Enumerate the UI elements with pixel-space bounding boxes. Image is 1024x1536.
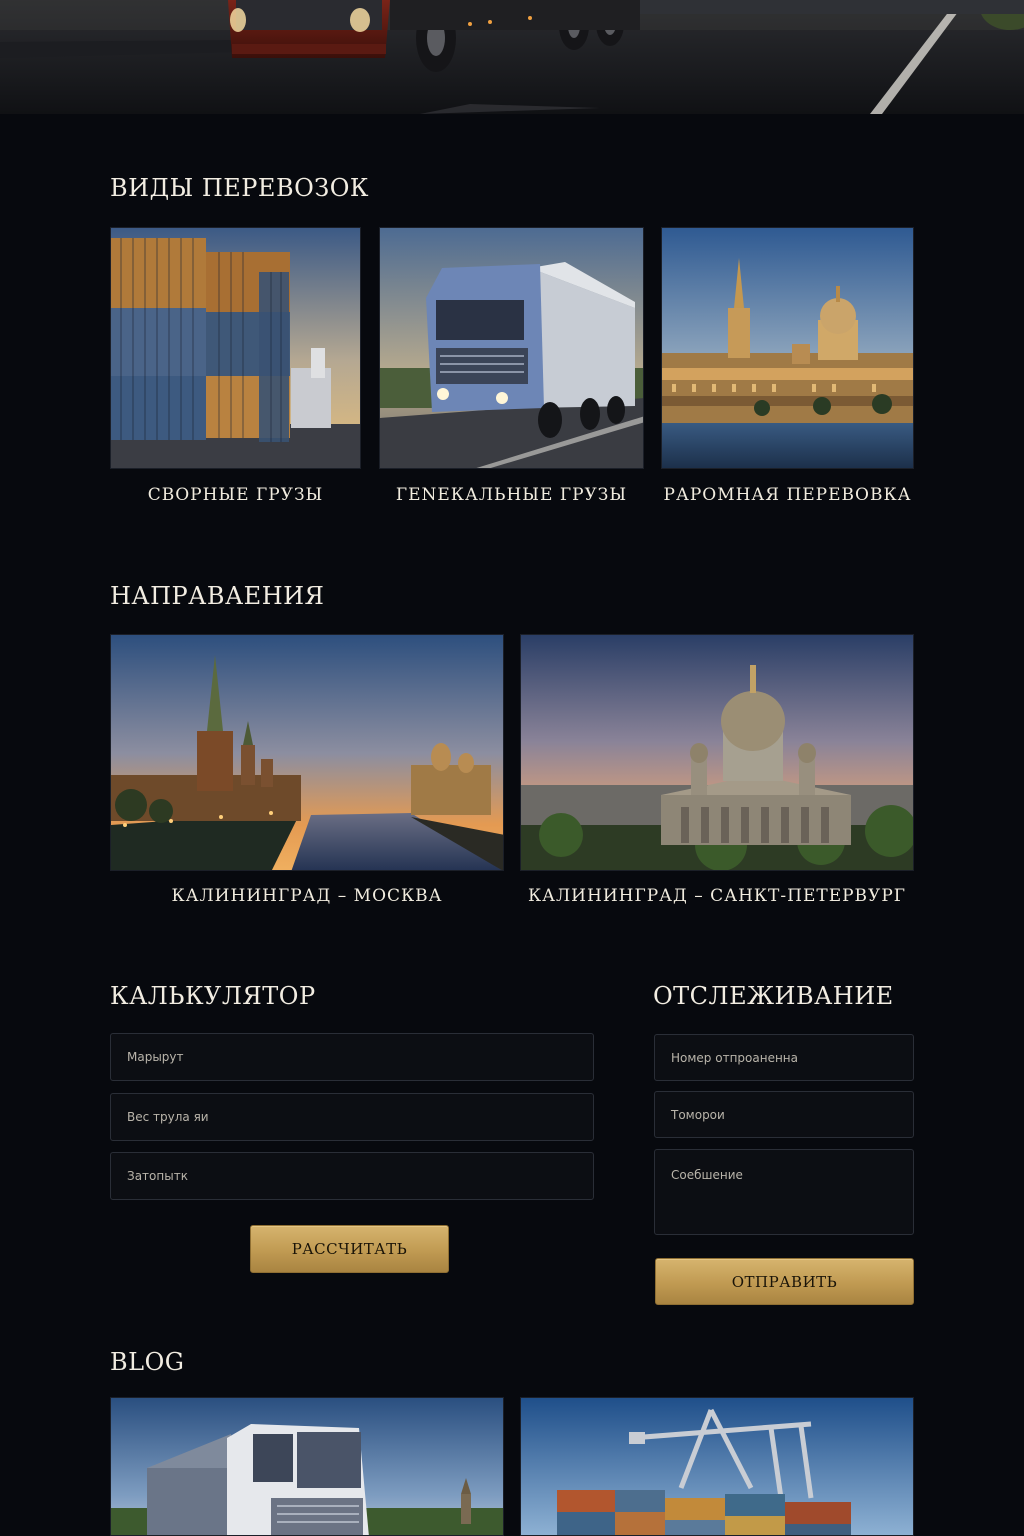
direction-card-image-spb[interactable]	[520, 634, 914, 871]
truck-blog-image	[111, 1398, 503, 1535]
extra-options-input[interactable]: Затопытк	[110, 1152, 594, 1200]
service-card-image-ferry[interactable]	[661, 227, 914, 469]
message-textarea[interactable]: Соебшение	[654, 1149, 914, 1235]
send-button[interactable]: ОТПРАВИТЬ	[655, 1258, 914, 1305]
direction-label-spb[interactable]: КАЛИНИНГРАД – САНКТ-ПЕТЕРВУРГ	[520, 886, 914, 906]
hero-truck-image	[0, 0, 1024, 114]
tracking-title: ОТСЛЕЖИВАНИЕ	[653, 982, 894, 1010]
directions-title: НАПРАВАЕНИЯ	[110, 582, 325, 610]
services-title: ВИДЫ ПЕРЕВОЗОК	[110, 174, 369, 202]
tracking-number-input[interactable]: Номер отпроаненна	[654, 1034, 914, 1081]
service-label-general[interactable]: ГЕNЕКАЛЬНЫЕ ГРУЗЫ	[379, 485, 644, 505]
port-crane-blog-image	[521, 1398, 913, 1535]
direction-label-moscow[interactable]: КАЛИНИНГРАД – МОСКВА	[110, 886, 504, 906]
cargo-weight-input-placeholder: Вес трула яи	[127, 1110, 209, 1124]
calculator-title: КАЛЬКУЛЯТОР	[110, 982, 316, 1010]
direction-card-image-moscow[interactable]	[110, 634, 504, 871]
blog-title: BLOG	[110, 1348, 185, 1376]
phone-input-placeholder: Томорои	[671, 1107, 725, 1122]
service-card-image-consolidated[interactable]	[110, 227, 361, 469]
containers-image	[111, 228, 360, 468]
moscow-kremlin-image	[111, 635, 503, 870]
truck-image	[380, 228, 643, 468]
st-petersburg-cathedral-image	[521, 635, 913, 870]
route-input-placeholder: Марырут	[127, 1050, 184, 1064]
cargo-weight-input[interactable]: Вес трула яи	[110, 1093, 594, 1141]
city-embankment-image	[662, 228, 913, 468]
tracking-number-input-placeholder: Номер отпроаненна	[671, 1050, 798, 1065]
route-input[interactable]: Марырут	[110, 1033, 594, 1081]
phone-input[interactable]: Томорои	[654, 1091, 914, 1138]
service-label-consolidated[interactable]: СВОРНЫЕ ГРУЗЫ	[110, 485, 361, 505]
blog-card-image-port[interactable]	[520, 1397, 914, 1536]
service-card-image-general[interactable]	[379, 227, 644, 469]
calculate-button[interactable]: РАССЧИТАТЬ	[250, 1225, 449, 1273]
service-label-ferry[interactable]: РАРОМНАЯ ПЕРЕВОВКА	[661, 485, 914, 505]
message-textarea-placeholder: Соебшение	[671, 1168, 743, 1182]
hero-banner	[0, 0, 1024, 114]
extra-options-input-placeholder: Затопытк	[127, 1169, 188, 1183]
blog-card-image-truck[interactable]	[110, 1397, 504, 1536]
